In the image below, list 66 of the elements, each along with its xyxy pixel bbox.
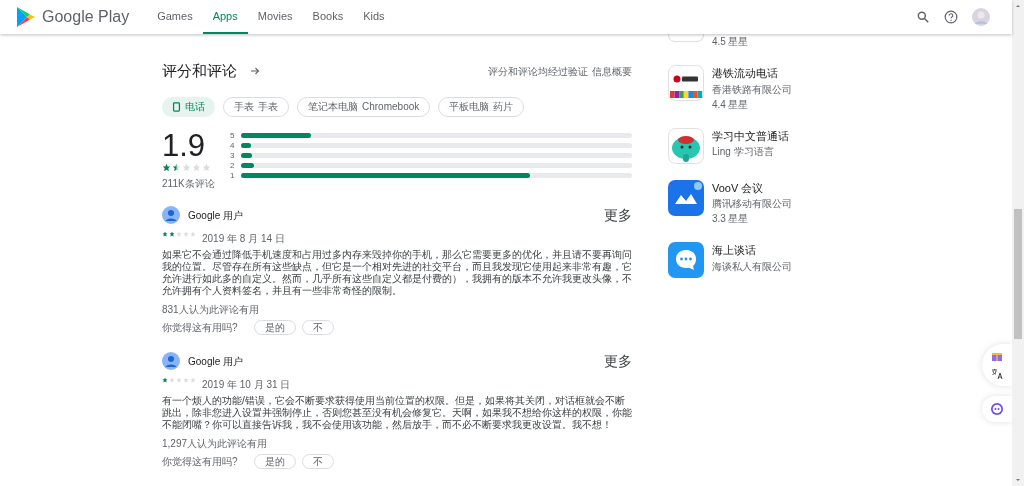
review-date: 2019 年 8 月 14 日	[202, 231, 285, 246]
play-logo-icon	[16, 6, 36, 28]
app-icon	[668, 179, 704, 216]
developer-name: 香港铁路有限公司	[712, 82, 792, 97]
star-icon	[192, 162, 201, 172]
device-chip[interactable]: 电话	[162, 96, 215, 117]
search-icon[interactable]	[916, 10, 930, 24]
app-name[interactable]: VooV 会议	[712, 179, 792, 196]
scrollbar[interactable]	[1012, 0, 1024, 486]
brand-name[interactable]: Google Play	[42, 5, 130, 29]
nav-tab[interactable]: Apps	[202, 0, 248, 34]
verified-note: 评分和评论均经过验证	[488, 64, 588, 79]
more-button[interactable]: 更多	[604, 204, 632, 226]
help-icon[interactable]	[944, 10, 958, 24]
author-name: Google 用户	[188, 354, 244, 369]
chat-bubble-icon	[668, 242, 704, 278]
elephant-icon	[668, 127, 704, 164]
app-rating: 4.5	[712, 35, 726, 49]
app-icon	[668, 34, 704, 42]
app-name[interactable]: 港铁流动电话	[712, 65, 792, 82]
assistant-button[interactable]	[982, 396, 1012, 422]
robot-face-icon	[990, 402, 1004, 416]
translate-icon[interactable]	[991, 368, 1003, 380]
review-text: 如果它不会通过降低手机速度和占用过多内存来毁掉你的手机，那么它需要更多的优化，并且请不要再询问我的位置。尽管存在所有这些缺点，但它是一个相对先进的社交平台，而且我发现它使用起来非常有趣，它允许进行如此多的自定义。然而，几乎所有这些自定义都是付费的），我拥有的版本不允许我更改头像，不允许拥有个人资料签名，并且有一些非常奇怪的限制。	[162, 248, 632, 297]
user-avatar-icon	[162, 206, 180, 224]
app-name[interactable]: 学习中文普通话	[712, 127, 789, 144]
star-icon	[202, 162, 211, 172]
scroll-up-icon[interactable]	[1015, 3, 1021, 9]
app-rating: 3.3	[712, 212, 726, 226]
helpful-count: 1,297人认为此评论有用	[162, 436, 269, 451]
info-link[interactable]: 信息概要	[592, 63, 632, 79]
star-label: 1	[230, 170, 235, 180]
star-icon	[162, 162, 171, 172]
nav-tab[interactable]: Kids	[353, 0, 395, 34]
star-icon	[182, 162, 191, 172]
helpful-count: 831人认为此评论有用	[162, 302, 260, 317]
star-label: 5	[230, 130, 235, 140]
average-score: 1.9	[162, 128, 207, 163]
rating-unit: 星星	[727, 212, 748, 226]
helpful-question: 你觉得这有用吗?	[162, 320, 238, 335]
rating-unit: 星星	[727, 35, 748, 49]
nav-tab[interactable]: Books	[302, 0, 354, 34]
helpful-question: 你觉得这有用吗?	[162, 454, 238, 469]
app-icon	[668, 65, 704, 101]
nav-tab[interactable]: Games	[147, 0, 203, 34]
star-label: 4	[230, 140, 235, 150]
author-name: Google 用户	[188, 208, 244, 223]
star-label: 3	[230, 150, 235, 160]
developer-name: 腾讯移动有限公司	[712, 197, 792, 211]
app-rating: 4.4	[712, 97, 726, 112]
more-button[interactable]: 更多	[604, 350, 632, 372]
scroll-thumb[interactable]	[1014, 209, 1022, 339]
phone-icon	[172, 101, 181, 112]
nav-tab[interactable]: Movies	[247, 0, 303, 34]
gift-icon[interactable]	[991, 350, 1003, 362]
user-avatar-icon	[162, 352, 180, 370]
review-text: 有一个烦人的功能/错误，它会不断要求获得使用当前位置的权限。但是，如果将其关闭，对话框就会不断跳出，除非您进入设置并强制停止，否则您甚至没有机会修复它。天啊，如果我不想给你这样的权限，你能不能闭嘴？你可以直接告诉我，我不会使用该功能，然后放手，而不必不断要求我更改设置。我不想！	[162, 394, 632, 431]
review-count: 211K条评论	[162, 176, 216, 191]
rating-unit: 星星	[727, 97, 748, 112]
review-date: 2019 年 10 月 31 日	[202, 377, 291, 392]
section-title: 评分和评论	[162, 61, 237, 81]
star-label: 2	[230, 160, 235, 170]
developer-name: 海谈私人有限公司	[712, 259, 792, 274]
scroll-down-icon[interactable]	[1015, 477, 1021, 483]
app-name[interactable]: 海上谈话	[712, 242, 792, 259]
developer-name: Ling 学习语言	[712, 145, 775, 159]
